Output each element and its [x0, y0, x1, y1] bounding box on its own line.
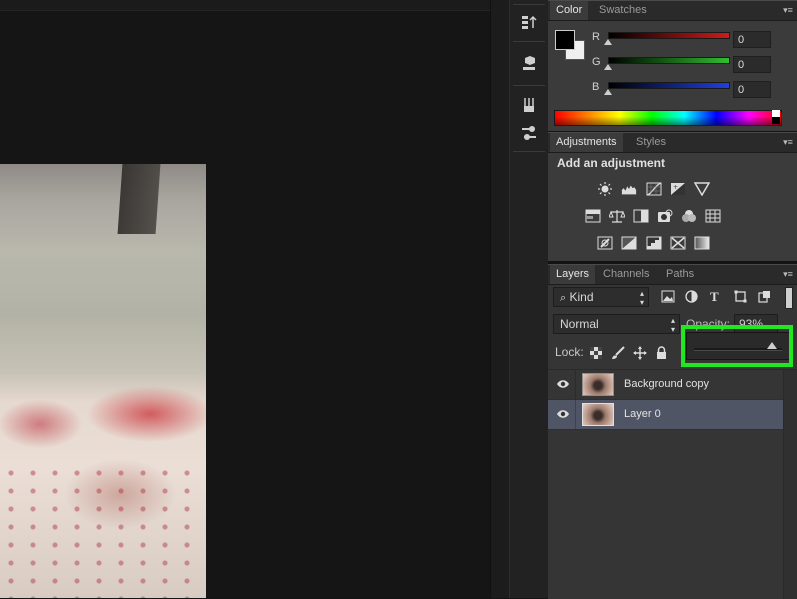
image-dark-area — [117, 164, 161, 234]
clone-source-icon[interactable] — [516, 120, 542, 146]
filter-adjustment-icon[interactable] — [685, 290, 698, 306]
image-pattern — [0, 464, 206, 598]
spectrum-shade — [555, 111, 781, 125]
foreground-color-swatch[interactable] — [555, 30, 575, 50]
eye-icon[interactable] — [556, 407, 570, 421]
green-label: G — [592, 56, 601, 68]
blue-label: B — [592, 81, 600, 93]
color-panel-tabs: Color Swatches ▾≡ — [548, 1, 797, 21]
filter-toggle-switch[interactable] — [785, 287, 793, 309]
history-icon[interactable] — [516, 10, 542, 36]
adjustments-panel-tabs: Adjustments Styles ▾≡ — [548, 133, 797, 153]
adjustments-panel: Adjustments Styles ▾≡ Add an adjustment … — [548, 132, 797, 261]
layers-scrollbar[interactable] — [783, 370, 797, 599]
eye-icon[interactable] — [556, 377, 570, 391]
layer-row-divider — [575, 370, 576, 399]
3d-icon[interactable] — [516, 50, 542, 76]
spectrum-black[interactable] — [772, 117, 780, 124]
strip-separator — [513, 85, 545, 86]
strip-separator — [513, 151, 545, 152]
adjustments-heading: Add an adjustment — [557, 156, 666, 170]
filter-type-icon[interactable]: T — [710, 289, 719, 305]
layer-filter-dropdown[interactable]: ⌕ Kind ▴ ▾ — [553, 287, 649, 307]
gradient-triangle-icon[interactable] — [694, 182, 710, 196]
tab-color[interactable]: Color — [550, 1, 589, 20]
blend-mode-value: Normal — [560, 317, 599, 331]
strip-separator — [513, 41, 545, 42]
red-value-field[interactable]: 0 — [733, 31, 771, 48]
invert-icon[interactable] — [597, 236, 613, 250]
filter-kind-value: Kind — [569, 290, 594, 304]
layer-row[interactable]: Background copy — [548, 370, 783, 400]
chevron-updown-icon: ▴ ▾ — [670, 316, 675, 334]
black-white-icon[interactable] — [633, 209, 649, 223]
blue-slider[interactable] — [608, 82, 730, 89]
brightness-contrast-icon[interactable] — [597, 182, 613, 196]
tab-swatches[interactable]: Swatches — [593, 1, 653, 20]
layer-row-divider — [575, 400, 576, 429]
strip-separator — [513, 4, 545, 5]
layer-name[interactable]: Background copy — [624, 370, 709, 399]
color-balance-icon[interactable] — [609, 209, 625, 223]
gradient-map-icon[interactable] — [694, 236, 710, 250]
tab-layers[interactable]: Layers — [550, 265, 596, 284]
vibrance-icon[interactable] — [585, 209, 601, 223]
lock-image-pixels-icon[interactable] — [611, 346, 625, 363]
layer-row-selected[interactable]: Layer 0 — [548, 400, 783, 430]
panel-menu-icon[interactable]: ▾≡ — [782, 268, 794, 280]
spectrum-white[interactable] — [772, 110, 780, 117]
green-value-field[interactable]: 0 — [733, 56, 771, 73]
filter-smart-object-icon[interactable] — [758, 290, 771, 306]
blue-slider-thumb[interactable] — [604, 89, 612, 95]
green-slider[interactable] — [608, 57, 730, 64]
lock-position-icon[interactable] — [633, 346, 647, 363]
curves-icon[interactable] — [646, 182, 662, 196]
layer-thumbnail[interactable] — [582, 373, 614, 396]
blend-mode-dropdown[interactable]: Normal ▴ ▾ — [553, 314, 680, 334]
layer-name[interactable]: Layer 0 — [624, 400, 661, 429]
layer-thumbnail[interactable] — [582, 403, 614, 426]
threshold-icon[interactable] — [646, 236, 662, 250]
svg-text:+: + — [673, 184, 678, 191]
brush-presets-icon[interactable] — [516, 92, 542, 118]
tab-adjustments[interactable]: Adjustments — [550, 133, 623, 152]
red-slider[interactable] — [608, 32, 730, 39]
search-icon: ⌕ — [560, 292, 567, 304]
panel-menu-icon[interactable]: ▾≡ — [782, 136, 794, 148]
exposure-icon[interactable]: + — [670, 182, 686, 196]
levels-icon[interactable] — [621, 182, 637, 196]
lock-transparent-pixels-icon[interactable] — [590, 347, 602, 362]
filter-shape-icon[interactable] — [734, 290, 747, 306]
lock-all-icon[interactable] — [656, 346, 667, 363]
chevron-updown-icon: ▴ ▾ — [639, 289, 644, 307]
panel-menu-icon[interactable]: ▾≡ — [782, 4, 794, 16]
canvas-scrollbar[interactable] — [490, 0, 509, 598]
color-spectrum-ramp[interactable] — [554, 110, 782, 126]
green-slider-thumb[interactable] — [604, 64, 612, 70]
blue-value-field[interactable]: 0 — [733, 81, 771, 98]
tab-channels[interactable]: Channels — [597, 265, 655, 284]
channel-mixer-icon[interactable] — [681, 209, 697, 223]
selective-color-icon[interactable] — [670, 236, 686, 250]
posterize-icon[interactable] — [621, 236, 637, 250]
document-image[interactable] — [0, 164, 206, 598]
color-panel: Color Swatches ▾≡ R 0 G 0 B 0 — [548, 0, 797, 131]
layers-panel-tabs: Layers Channels Paths ▾≡ — [548, 265, 797, 285]
panel-icon-strip — [509, 0, 549, 598]
tab-styles[interactable]: Styles — [630, 133, 672, 152]
red-label: R — [592, 31, 600, 43]
lock-label: Lock: — [555, 345, 584, 359]
tab-paths[interactable]: Paths — [660, 265, 700, 284]
canvas-ruler — [0, 0, 490, 11]
photo-filter-icon[interactable] — [657, 209, 673, 223]
highlight-box — [681, 325, 793, 367]
red-slider-thumb[interactable] — [604, 39, 612, 45]
layers-panel: Layers Channels Paths ▾≡ ⌕ Kind ▴ ▾ T Nor… — [548, 264, 797, 599]
color-lookup-icon[interactable] — [705, 209, 721, 223]
filter-pixel-icon[interactable] — [661, 290, 675, 306]
